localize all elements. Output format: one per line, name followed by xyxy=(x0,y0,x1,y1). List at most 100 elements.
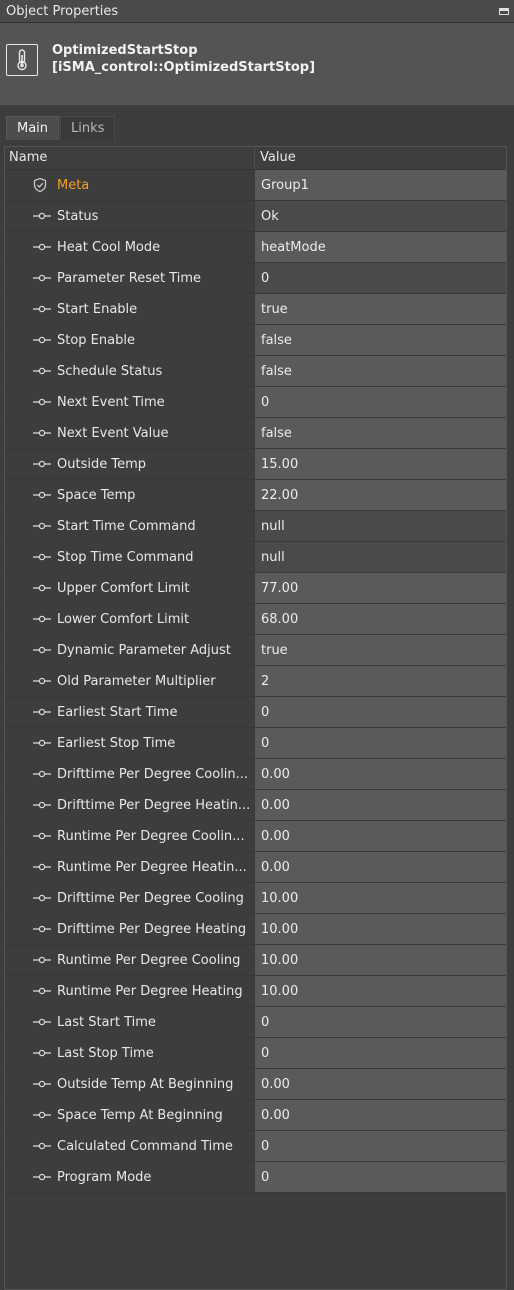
table-row[interactable]: Upper Comfort Limit 77.00 xyxy=(5,573,506,604)
row-value[interactable]: 10.00 xyxy=(255,976,506,1006)
row-label: Start Enable xyxy=(57,301,138,317)
row-label: Program Mode xyxy=(57,1169,152,1185)
row-label: Status xyxy=(57,208,99,224)
table-row[interactable]: Stop Time Command null xyxy=(5,542,506,573)
table-row[interactable]: Start Enable true xyxy=(5,294,506,325)
column-header-value[interactable]: Value xyxy=(255,147,506,169)
table-row[interactable]: Runtime Per Degree Coolin... 0.00 xyxy=(5,821,506,852)
name-cell: Drifttime Per Degree Heatin... xyxy=(5,790,255,820)
row-value[interactable]: 22.00 xyxy=(255,480,506,510)
row-value[interactable]: 77.00 xyxy=(255,573,506,603)
row-value[interactable]: Group1 xyxy=(255,170,506,200)
row-value[interactable]: 0 xyxy=(255,1007,506,1037)
row-value[interactable]: 68.00 xyxy=(255,604,506,634)
table-row[interactable]: Drifttime Per Degree Heatin... 0.00 xyxy=(5,790,506,821)
row-value[interactable]: 0 xyxy=(255,1162,506,1192)
table-row[interactable]: Space Temp At Beginning 0.00 xyxy=(5,1100,506,1131)
row-label: Outside Temp xyxy=(57,456,146,472)
row-label: Heat Cool Mode xyxy=(57,239,161,255)
column-header-name[interactable]: Name xyxy=(5,147,255,169)
row-value[interactable]: 0.00 xyxy=(255,759,506,789)
row-value[interactable]: 10.00 xyxy=(255,914,506,944)
slot-connector-icon xyxy=(30,397,54,407)
table-row[interactable]: Status Ok xyxy=(5,201,506,232)
object-properties-panel: Object Properties OptimizedStartStop [iS… xyxy=(0,0,514,1290)
table-row[interactable]: Parameter Reset Time 0 xyxy=(5,263,506,294)
table-row[interactable]: Earliest Stop Time 0 xyxy=(5,728,506,759)
table-row[interactable]: Runtime Per Degree Cooling 10.00 xyxy=(5,945,506,976)
row-value[interactable]: 0 xyxy=(255,1131,506,1161)
table-row[interactable]: Earliest Start Time 0 xyxy=(5,697,506,728)
row-value[interactable]: 0 xyxy=(255,1038,506,1068)
row-value[interactable]: 0.00 xyxy=(255,821,506,851)
table-row[interactable]: Start Time Command null xyxy=(5,511,506,542)
tab-main[interactable]: Main xyxy=(6,116,60,140)
row-label: Meta xyxy=(57,177,90,193)
row-value[interactable]: false xyxy=(255,325,506,355)
slot-connector-icon xyxy=(30,552,54,562)
table-row[interactable]: Stop Enable false xyxy=(5,325,506,356)
row-value[interactable]: 0 xyxy=(255,728,506,758)
slot-connector-icon xyxy=(30,707,54,717)
slot-connector-icon xyxy=(30,769,54,779)
row-value[interactable]: 0.00 xyxy=(255,852,506,882)
row-value[interactable]: 0 xyxy=(255,387,506,417)
slot-connector-icon xyxy=(30,893,54,903)
table-row[interactable]: Drifttime Per Degree Heating 10.00 xyxy=(5,914,506,945)
row-value[interactable]: true xyxy=(255,294,506,324)
row-value[interactable]: 0.00 xyxy=(255,790,506,820)
slot-connector-icon xyxy=(30,490,54,500)
row-value[interactable]: null xyxy=(255,542,506,572)
minimize-icon[interactable] xyxy=(499,7,509,15)
table-row[interactable]: Outside Temp At Beginning 0.00 xyxy=(5,1069,506,1100)
row-value[interactable]: 0.00 xyxy=(255,1100,506,1130)
row-value[interactable]: 2 xyxy=(255,666,506,696)
row-value[interactable]: heatMode xyxy=(255,232,506,262)
row-value[interactable]: 15.00 xyxy=(255,449,506,479)
table-row[interactable]: Schedule Status false xyxy=(5,356,506,387)
table-row[interactable]: Runtime Per Degree Heatin... 0.00 xyxy=(5,852,506,883)
row-label: Runtime Per Degree Heating xyxy=(57,983,243,999)
row-value[interactable]: 0 xyxy=(255,263,506,293)
slot-connector-icon xyxy=(30,924,54,934)
table-row[interactable]: Drifttime Per Degree Coolin... 0.00 xyxy=(5,759,506,790)
table-row[interactable]: Runtime Per Degree Heating 10.00 xyxy=(5,976,506,1007)
row-value[interactable]: false xyxy=(255,356,506,386)
table-row[interactable]: Heat Cool Mode heatMode xyxy=(5,232,506,263)
row-label: Next Event Time xyxy=(57,394,165,410)
row-value[interactable]: true xyxy=(255,635,506,665)
table-row[interactable]: Lower Comfort Limit 68.00 xyxy=(5,604,506,635)
row-value[interactable]: false xyxy=(255,418,506,448)
row-value[interactable]: 0 xyxy=(255,697,506,727)
table-row[interactable]: Drifttime Per Degree Cooling 10.00 xyxy=(5,883,506,914)
title-bar: Object Properties xyxy=(0,0,514,23)
table-row[interactable]: Last Start Time 0 xyxy=(5,1007,506,1038)
row-label: Calculated Command Time xyxy=(57,1138,233,1154)
table-row[interactable]: Last Stop Time 0 xyxy=(5,1038,506,1069)
row-label: Earliest Start Time xyxy=(57,704,178,720)
table-row[interactable]: Next Event Value false xyxy=(5,418,506,449)
row-value[interactable]: 10.00 xyxy=(255,883,506,913)
table-header: Name Value xyxy=(5,147,506,170)
slot-connector-icon xyxy=(30,304,54,314)
name-cell: Meta xyxy=(5,170,255,200)
row-value[interactable]: 0.00 xyxy=(255,1069,506,1099)
row-label: Stop Time Command xyxy=(57,549,194,565)
slot-connector-icon xyxy=(30,1017,54,1027)
table-row[interactable]: Space Temp 22.00 xyxy=(5,480,506,511)
table-row[interactable]: Dynamic Parameter Adjust true xyxy=(5,635,506,666)
row-value[interactable]: null xyxy=(255,511,506,541)
tab-links[interactable]: Links xyxy=(60,116,116,140)
table-row[interactable]: Next Event Time 0 xyxy=(5,387,506,418)
row-value[interactable]: Ok xyxy=(255,201,506,231)
name-cell: Start Time Command xyxy=(5,511,255,541)
slot-connector-icon xyxy=(30,1110,54,1120)
table-row[interactable]: Calculated Command Time 0 xyxy=(5,1131,506,1162)
row-label: Outside Temp At Beginning xyxy=(57,1076,234,1092)
name-cell: Stop Time Command xyxy=(5,542,255,572)
table-row[interactable]: Program Mode 0 xyxy=(5,1162,506,1193)
table-row-meta[interactable]: Meta Group1 xyxy=(5,170,506,201)
table-row[interactable]: Outside Temp 15.00 xyxy=(5,449,506,480)
row-value[interactable]: 10.00 xyxy=(255,945,506,975)
table-row[interactable]: Old Parameter Multiplier 2 xyxy=(5,666,506,697)
